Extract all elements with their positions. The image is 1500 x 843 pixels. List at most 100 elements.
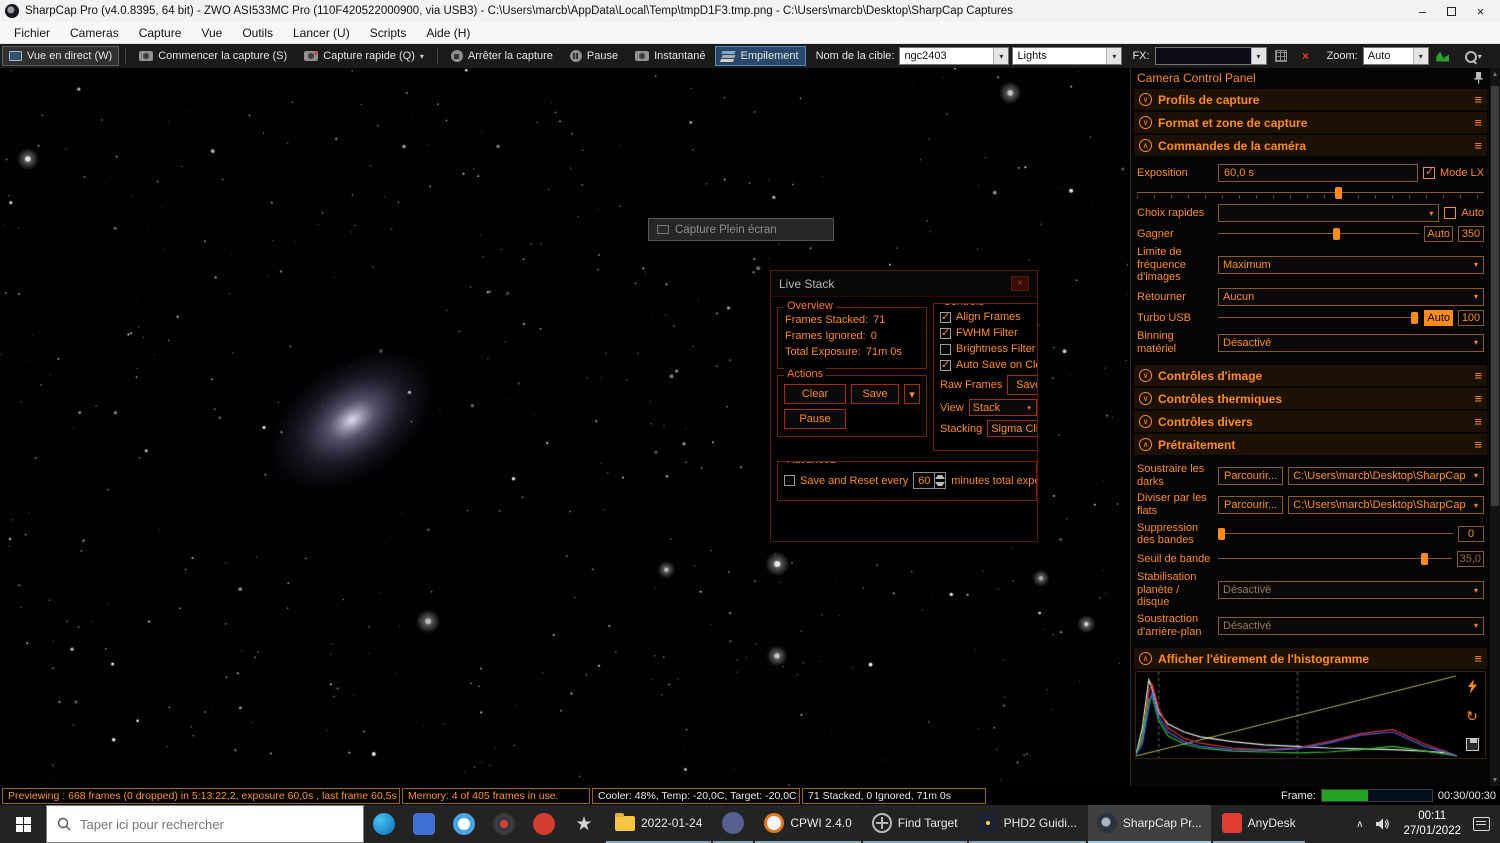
hamburger-icon[interactable]: ≡ [1474, 92, 1482, 107]
section-format-zone[interactable]: ∨ Format et zone de capture ≡ [1134, 112, 1487, 133]
edge-button[interactable] [364, 805, 404, 843]
spinner-down-button[interactable] [935, 481, 946, 489]
fwhm-filter-checkbox[interactable]: ✓ [940, 327, 951, 339]
spinner-up-button[interactable] [935, 473, 946, 481]
usb-slider[interactable] [1218, 311, 1420, 325]
minimize-button[interactable]: – [1408, 1, 1437, 21]
hamburger-icon[interactable]: ≡ [1474, 138, 1482, 153]
save-reset-checkbox[interactable]: ✓ [784, 475, 795, 486]
start-button[interactable] [0, 805, 46, 843]
brightness-filter-checkbox[interactable]: ✓ [940, 343, 951, 355]
menu-capture[interactable]: Capture [129, 22, 192, 43]
dropdown-arrow-icon[interactable]: ▾ [1412, 48, 1428, 64]
slider-handle[interactable] [1334, 187, 1342, 199]
menu-vue[interactable]: Vue [191, 22, 232, 43]
hamburger-icon[interactable]: ≡ [1474, 414, 1482, 429]
snapshot-button[interactable]: Instantané [628, 46, 712, 66]
dropdown-arrow-icon[interactable]: ▾ [1250, 48, 1266, 64]
auto-save-checkbox[interactable]: ✓ [940, 359, 951, 371]
stack-button[interactable]: Empilement [715, 46, 806, 66]
start-capture-button[interactable]: Commencer la capture (S) [132, 46, 294, 66]
browser-button[interactable] [444, 805, 484, 843]
align-frames-checkbox[interactable]: ✓ [940, 311, 951, 323]
tray-clock[interactable]: 00:11 27/01/2022 [1403, 809, 1461, 839]
quick-capture-button[interactable]: Capture rapide (Q) ▾ [297, 46, 431, 66]
livestack-close-button[interactable]: × [1011, 276, 1029, 291]
stop-capture-button[interactable]: Arrêter la capture [444, 46, 560, 66]
hamburger-icon[interactable]: ≡ [1474, 368, 1482, 383]
background-combo[interactable]: Désactivé ▾ [1218, 616, 1484, 635]
section-controles-image[interactable]: ∨ Contrôles d'image ≡ [1134, 365, 1487, 387]
save-reset-spinner[interactable]: 60 [913, 472, 947, 489]
close-button[interactable]: × [1466, 1, 1495, 21]
taskbar-search[interactable] [46, 805, 364, 843]
pause-stack-button[interactable]: Pause [784, 409, 846, 429]
slider-handle[interactable] [1411, 311, 1419, 324]
usb-auto-button[interactable]: Auto [1424, 309, 1453, 326]
fx-combo[interactable]: ▾ [1154, 47, 1267, 65]
selection-grid-button[interactable] [1270, 46, 1292, 66]
red-app-button[interactable] [524, 805, 564, 843]
threshold-slider[interactable] [1218, 552, 1452, 566]
menu-lancer[interactable]: Lancer (U) [283, 22, 360, 43]
stabilization-combo[interactable]: Désactivé ▾ [1218, 581, 1484, 599]
lightning-icon[interactable] [1467, 679, 1478, 695]
volume-icon[interactable] [1375, 817, 1391, 831]
menu-fichier[interactable]: Fichier [4, 22, 60, 43]
dropdown-arrow-icon[interactable]: ▾ [1106, 48, 1122, 64]
quick-capture-arrow-icon[interactable]: ▾ [420, 52, 424, 61]
hamburger-icon[interactable]: ≡ [1474, 115, 1482, 130]
star-app-button[interactable]: ★ [564, 805, 604, 843]
save-raw-frames-button[interactable]: Save St [1007, 375, 1037, 395]
refresh-icon[interactable]: ↻ [1466, 708, 1478, 725]
fullscreen-capture-button[interactable]: Capture Plein écran [648, 218, 834, 241]
livestack-titlebar[interactable]: Live Stack × [771, 271, 1037, 297]
scroll-down-button[interactable]: ▼ [1490, 774, 1500, 786]
save-button[interactable]: Save [851, 384, 899, 404]
discord-task-button[interactable] [713, 805, 754, 843]
menu-aide[interactable]: Aide (H) [416, 22, 480, 43]
save-dropdown-button[interactable]: ▾ [904, 384, 920, 404]
hamburger-icon[interactable]: ≡ [1474, 391, 1482, 406]
menu-scripts[interactable]: Scripts [360, 22, 417, 43]
scroll-up-button[interactable]: ▲ [1490, 68, 1500, 80]
reset-stretch-button[interactable]: × [1295, 46, 1317, 66]
save-histogram-icon[interactable] [1465, 738, 1479, 752]
flip-combo[interactable]: Aucun ▾ [1218, 287, 1484, 306]
clear-button[interactable]: Clear [784, 384, 846, 404]
dropdown-arrow-icon[interactable]: ▾ [993, 48, 1009, 64]
menu-cameras[interactable]: Cameras [60, 22, 129, 43]
search-input[interactable] [80, 816, 353, 832]
quick-auto-checkbox[interactable]: ✓ [1444, 207, 1457, 219]
tray-chevron-icon[interactable]: ∧ [1356, 819, 1363, 830]
live-view-button[interactable]: Vue en direct (W) [2, 46, 120, 66]
gain-slider[interactable] [1218, 227, 1420, 241]
phd2-task-button[interactable]: PHD2 Guidi... [968, 805, 1086, 843]
lx-mode-checkbox[interactable]: ✓ [1422, 166, 1435, 179]
pin-icon[interactable] [1473, 71, 1484, 84]
binning-combo[interactable]: Désactivé ▾ [1218, 333, 1484, 352]
section-controles-divers[interactable]: ∨ Contrôles divers ≡ [1134, 411, 1487, 433]
hamburger-icon[interactable]: ≡ [1474, 437, 1482, 452]
folder-task-button[interactable]: 2022-01-24 [606, 805, 712, 843]
sharpcap-task-button[interactable]: SharpCap Pr... [1087, 805, 1211, 843]
menu-outils[interactable]: Outils [232, 22, 283, 43]
hamburger-icon[interactable]: ≡ [1474, 651, 1482, 666]
flats-browse-button[interactable]: Parcourir... [1218, 496, 1284, 515]
section-profils-de-capture[interactable]: ∨ Profils de capture ≡ [1134, 89, 1487, 110]
view-combo[interactable]: Stack ▾ [968, 399, 1037, 416]
section-controles-thermiques[interactable]: ∨ Contrôles thermiques ≡ [1134, 388, 1487, 410]
dark-app-button[interactable] [484, 805, 524, 843]
notification-icon[interactable] [1473, 817, 1490, 831]
stacking-combo[interactable]: Sigma Clipp ▾ [987, 420, 1037, 437]
smart-zoom-button[interactable]: ▾ [1457, 46, 1489, 66]
darks-path-combo[interactable]: C:\Users\marcb\Desktop\SharpCap Ca ▾ [1288, 466, 1484, 485]
fps-limit-combo[interactable]: Maximum ▾ [1218, 255, 1484, 274]
scrollbar-thumb[interactable] [1491, 86, 1499, 506]
slider-handle[interactable] [1332, 228, 1340, 240]
auto-stretch-button[interactable] [1432, 46, 1454, 66]
frame-type-combo[interactable]: Lights ▾ [1012, 47, 1123, 65]
exposure-slider[interactable] [1137, 186, 1484, 200]
section-histogramme[interactable]: ∧ Afficher l'étirement de l'histogramme … [1134, 648, 1487, 670]
slider-handle[interactable] [1421, 553, 1429, 566]
